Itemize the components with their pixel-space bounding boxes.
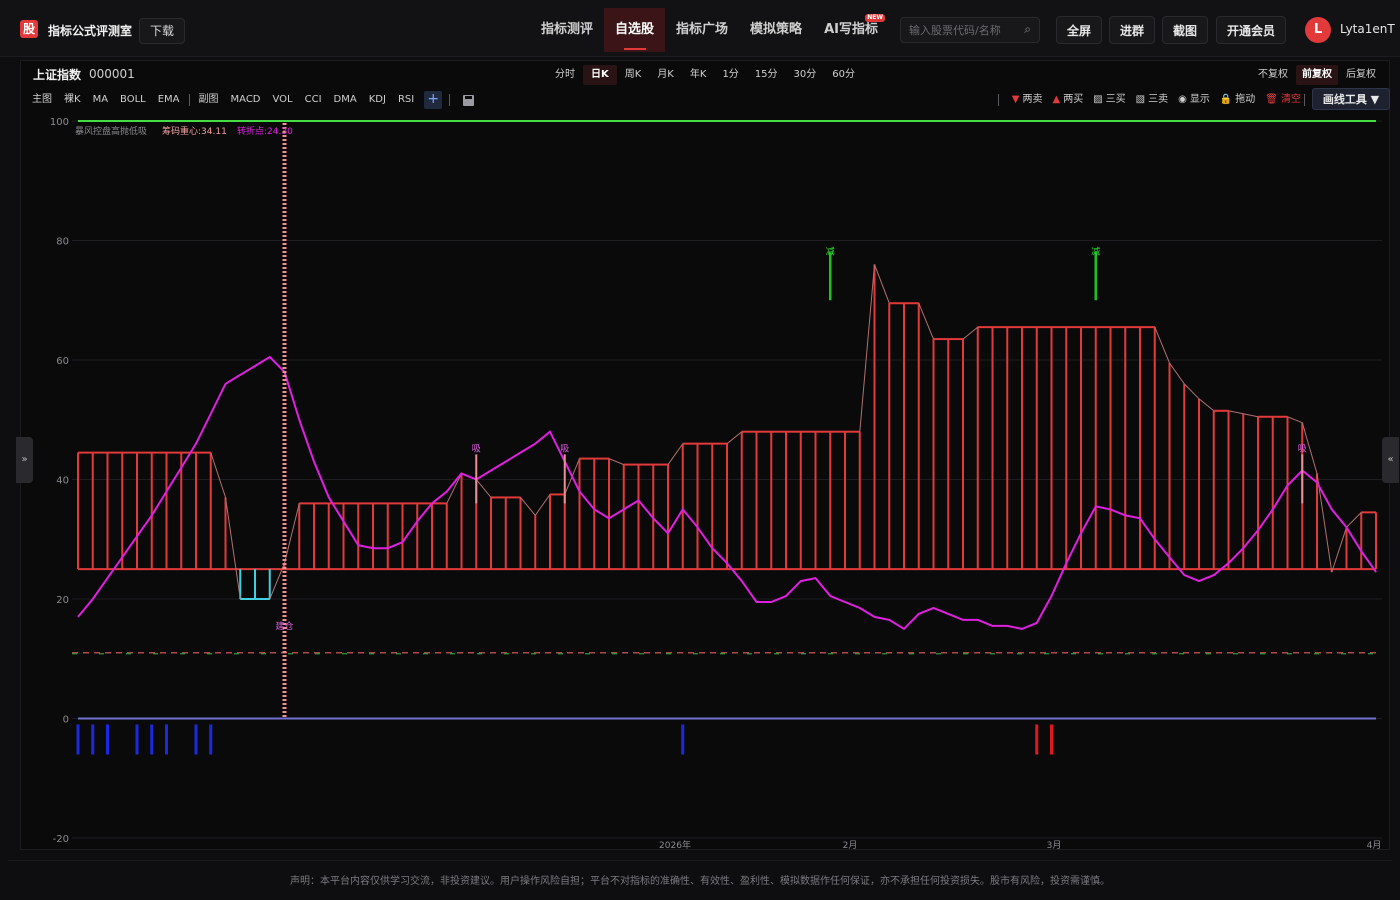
legend-item: 转折点:24.30: [237, 125, 293, 137]
buy-signal-label: 吸: [1298, 443, 1307, 454]
y-tick-label: 100: [50, 117, 69, 128]
buy-signal-label: 吸: [560, 443, 569, 454]
vertical-marker-label: 建仓: [275, 620, 293, 632]
y-tick-label: 40: [56, 476, 69, 487]
divider: [8, 860, 1392, 861]
legend-item: 暴风控盘高抛低吸: [75, 125, 147, 137]
y-tick-label: 20: [56, 595, 69, 606]
expand-left-icon[interactable]: »: [16, 437, 33, 483]
sell-signal-label: 减: [1091, 245, 1100, 257]
legend-item: 筹码重心:34.11: [162, 125, 227, 137]
indicator-chart[interactable]: 100 80 60 40 20 0 -20 建仓 吸 吸 吸 减 减 暴风控盘高抛低吸 筹码重心:34.11…: [0, 0, 1400, 900]
expand-right-icon[interactable]: «: [1382, 437, 1399, 483]
x-axis-label: 3月: [1047, 840, 1062, 851]
y-tick-label: 80: [56, 237, 69, 248]
disclaimer: 声明：本平台内容仅供学习交流，非投资建议。用户操作风险自担；平台不对指标的准确性…: [290, 876, 1110, 887]
y-tick-label: 60: [56, 356, 69, 367]
x-axis-label: 2026年: [659, 839, 691, 851]
x-axis-label: 2月: [843, 840, 858, 851]
y-tick-label: 0: [63, 715, 69, 726]
x-axis-label: 4月: [1367, 840, 1382, 851]
y-tick-label: -20: [53, 834, 69, 845]
buy-signal-label: 吸: [472, 443, 481, 454]
sell-signal-label: 减: [826, 245, 835, 257]
